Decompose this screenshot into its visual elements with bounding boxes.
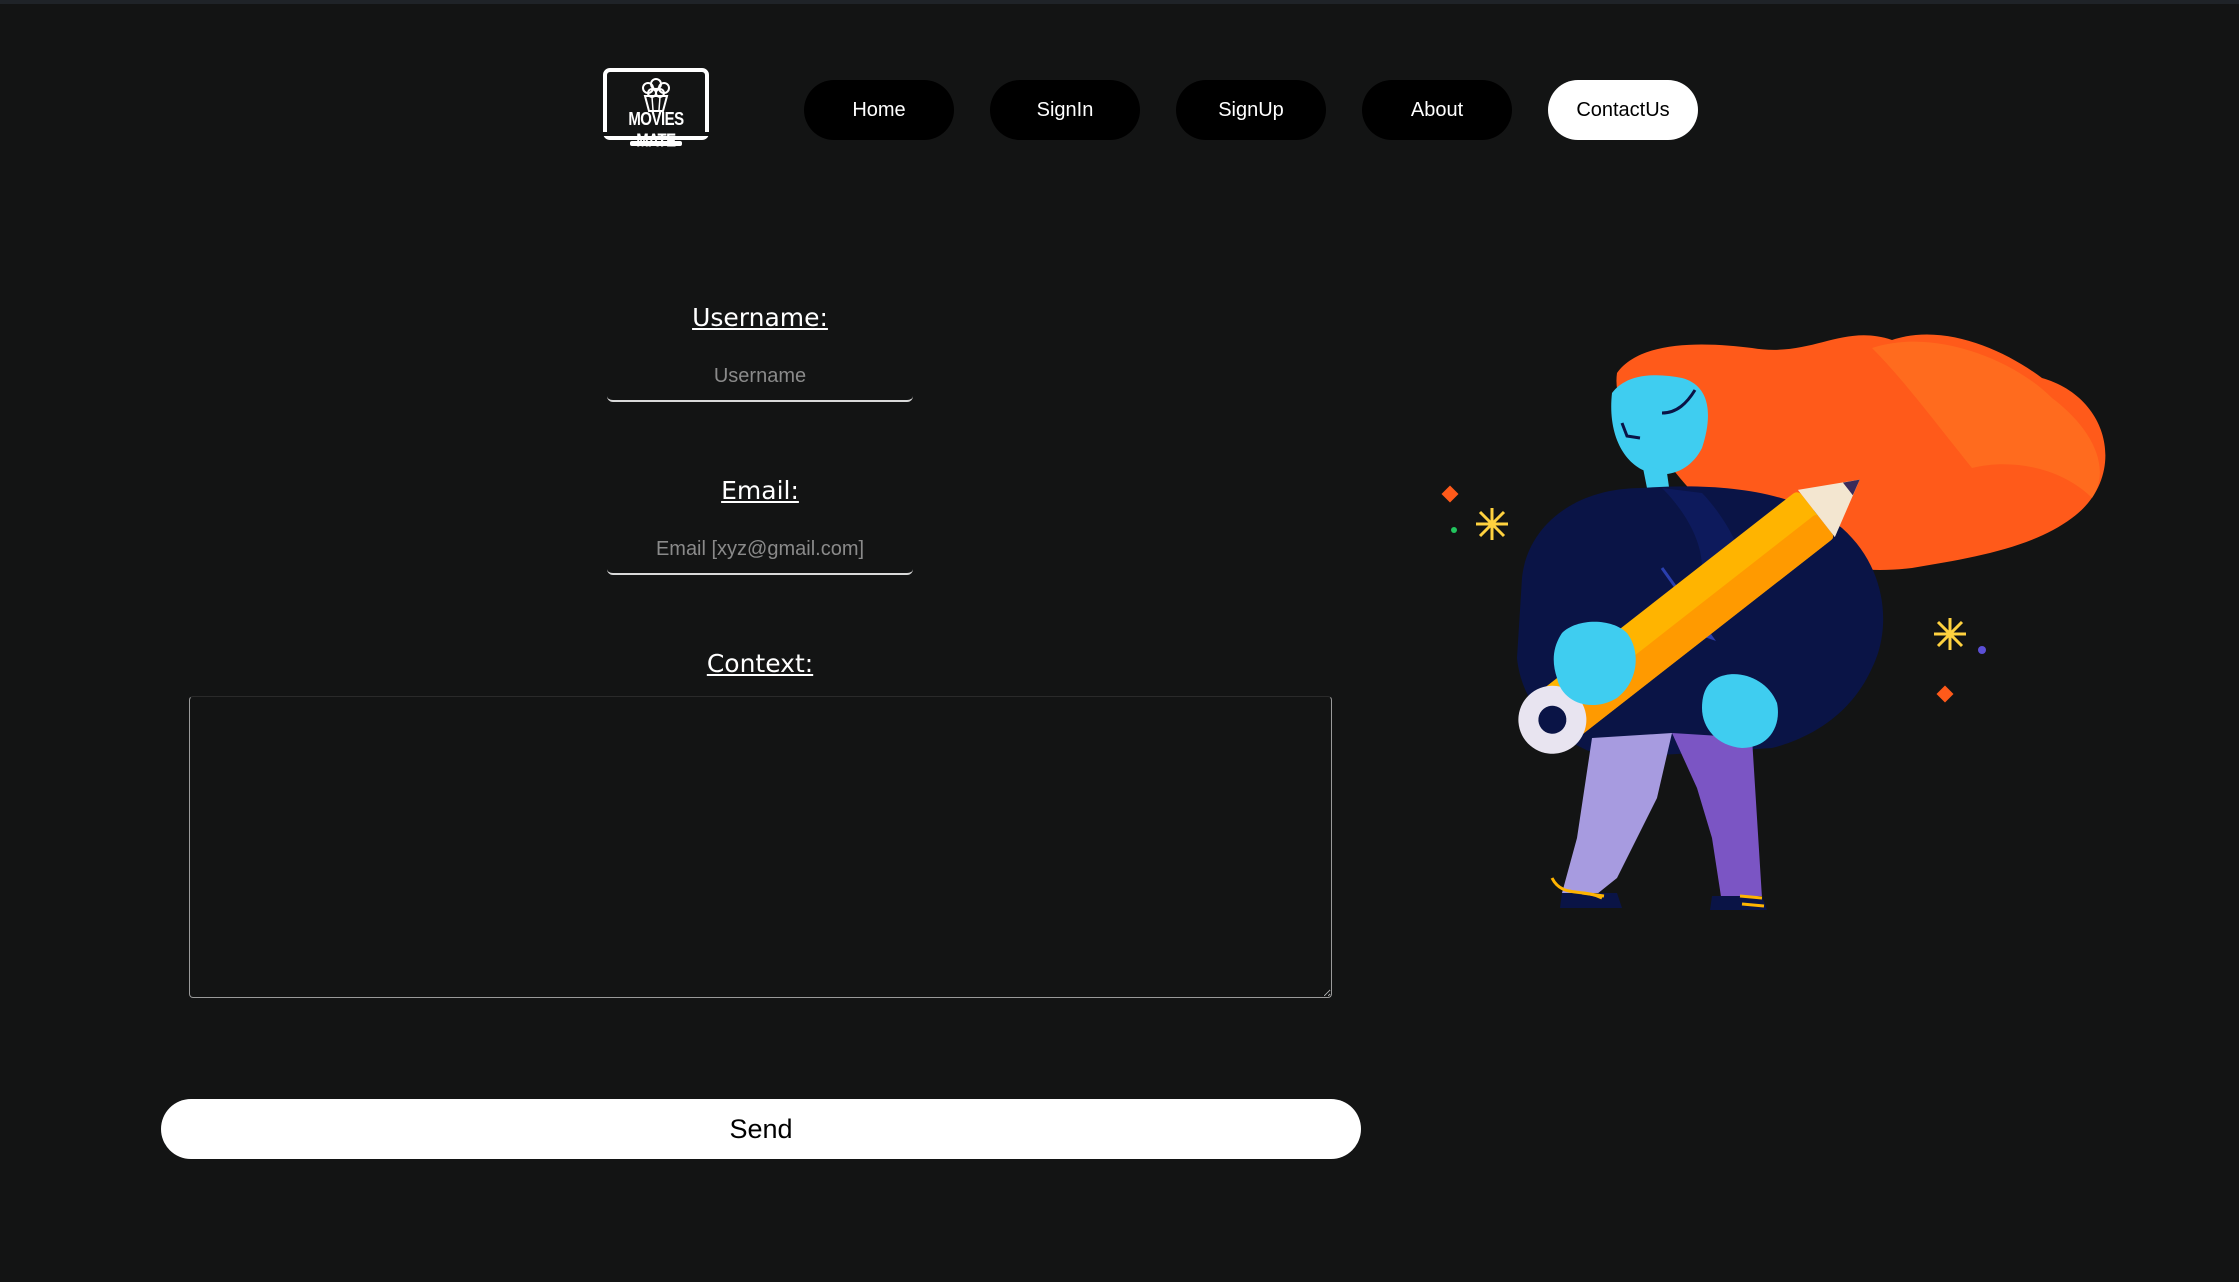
logo-text: MOVIES MATE <box>628 108 684 152</box>
nav-home-button[interactable]: Home <box>804 80 954 140</box>
context-label: Context: <box>706 649 814 678</box>
nav-contactus-button[interactable]: ContactUs <box>1548 80 1698 140</box>
email-input[interactable] <box>607 525 913 575</box>
username-input[interactable] <box>607 352 913 402</box>
email-label: Email: <box>721 476 799 505</box>
movies-mate-logo[interactable]: MOVIES MATE <box>600 66 712 151</box>
nav-about-button[interactable]: About <box>1362 80 1512 140</box>
woman-holding-pencil-illustration <box>1412 318 2132 918</box>
window-top-border <box>0 0 2239 4</box>
nav-signup-button[interactable]: SignUp <box>1176 80 1326 140</box>
send-button[interactable]: Send <box>161 1099 1361 1159</box>
username-label: Username: <box>692 303 828 332</box>
context-textarea[interactable] <box>189 696 1332 998</box>
nav-signin-button[interactable]: SignIn <box>990 80 1140 140</box>
